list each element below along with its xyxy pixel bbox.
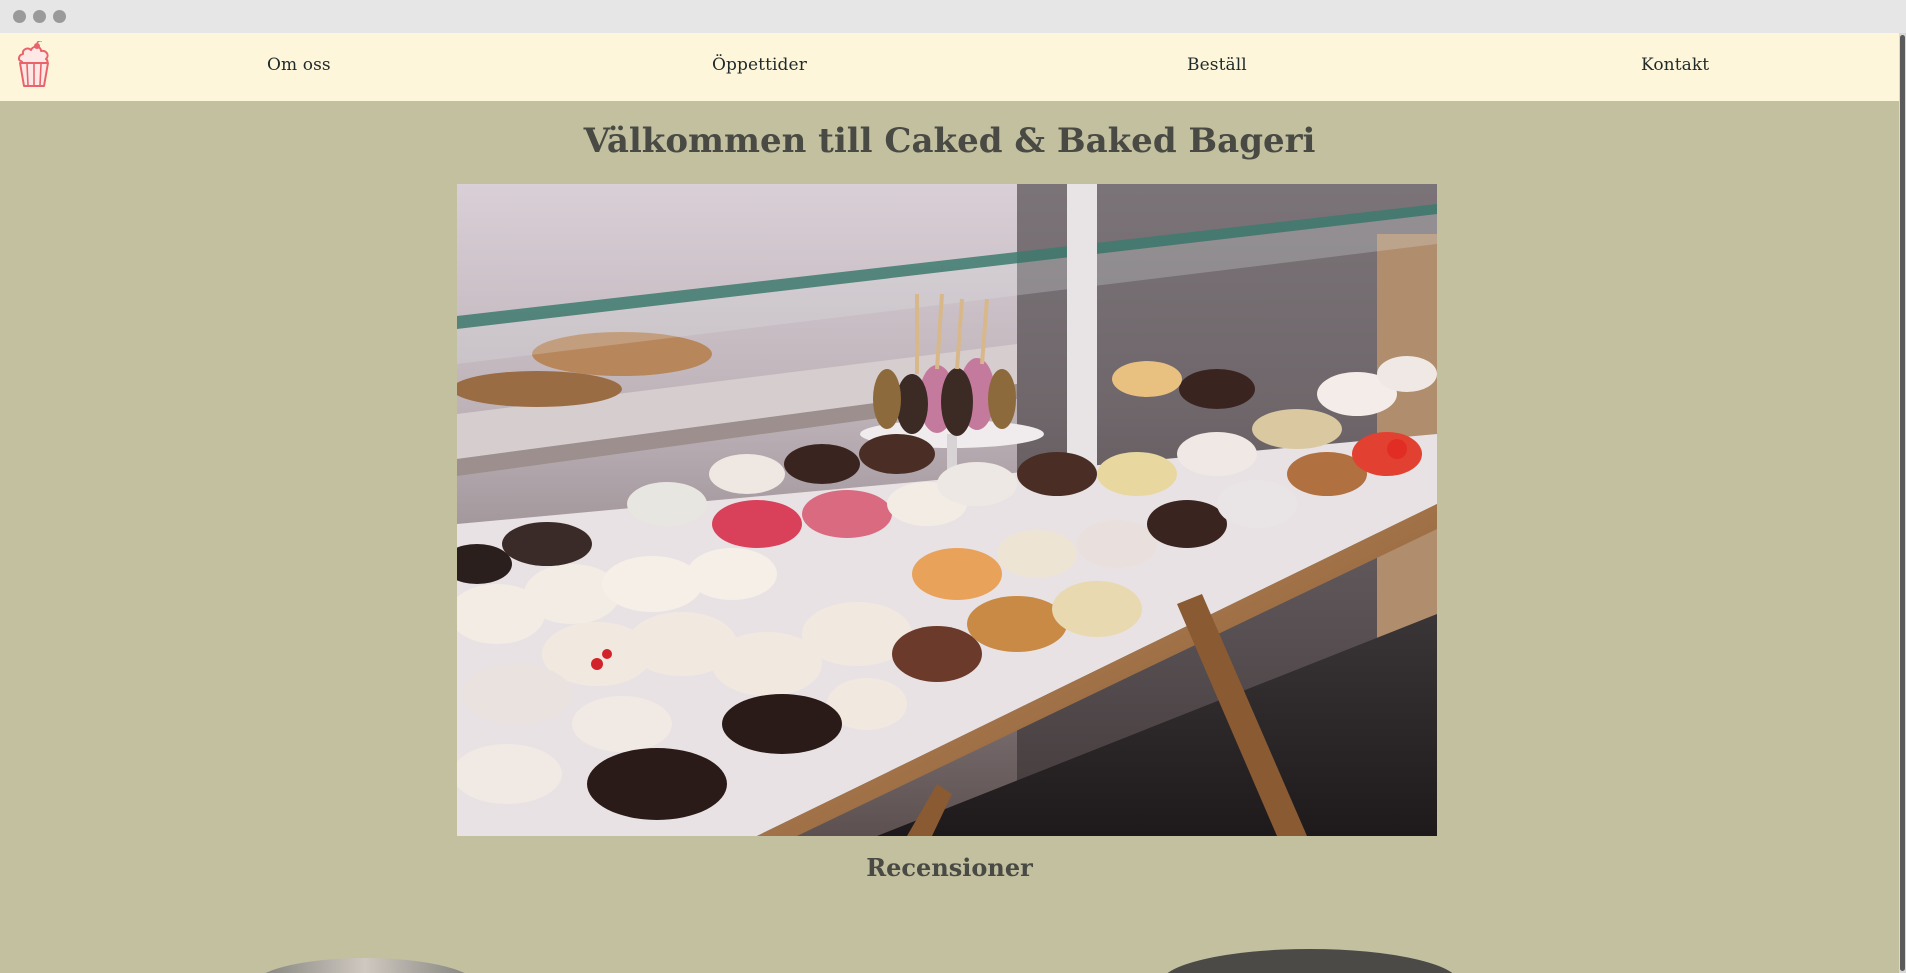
- cupcake-icon[interactable]: [15, 41, 53, 89]
- bakery-display-illustration: [457, 184, 1437, 836]
- hero-image-bakery-display: [457, 184, 1437, 836]
- page-scrollbar[interactable]: [1899, 33, 1906, 973]
- window-close-dot[interactable]: [13, 10, 26, 23]
- page-viewport: Om oss Öppettider Beställ Kontakt Välkom…: [0, 33, 1899, 973]
- window-maximize-dot[interactable]: [53, 10, 66, 23]
- browser-title-bar: [0, 0, 1906, 33]
- reviews-title: Recensioner: [866, 853, 1033, 882]
- review-image-left: [250, 958, 480, 973]
- window-minimize-dot[interactable]: [33, 10, 46, 23]
- page-title: Välkommen till Caked & Baked Bageri: [583, 121, 1316, 161]
- review-image-right: [1160, 949, 1460, 973]
- navbar: Om oss Öppettider Beställ Kontakt: [0, 33, 1899, 101]
- scrollbar-thumb[interactable]: [1900, 35, 1905, 971]
- nav-link-om-oss[interactable]: Om oss: [267, 55, 331, 75]
- nav-link-kontakt[interactable]: Kontakt: [1641, 55, 1709, 75]
- nav-link-oppettider[interactable]: Öppettider: [712, 55, 807, 75]
- nav-link-bestall[interactable]: Beställ: [1187, 55, 1247, 75]
